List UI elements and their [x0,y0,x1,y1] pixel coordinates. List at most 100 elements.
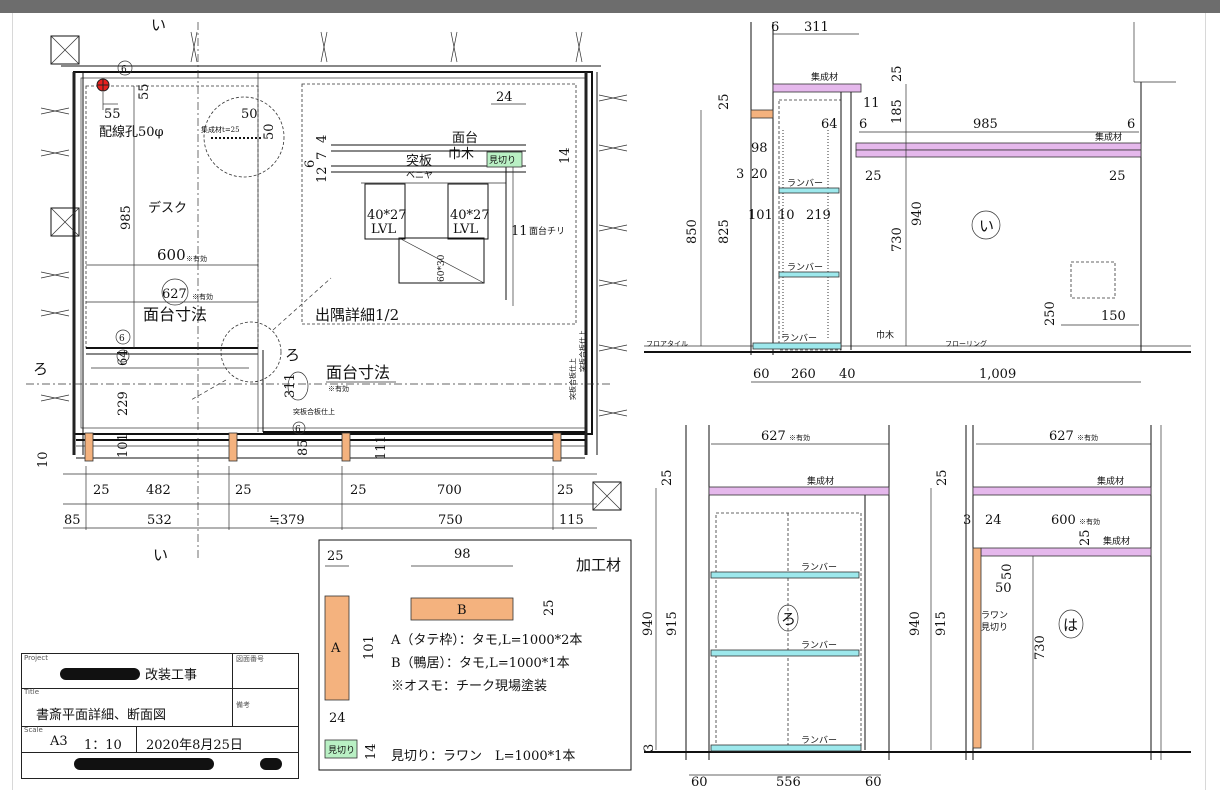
svg-text:B: B [457,603,467,618]
svg-text:集成材t=25: 集成材t=25 [201,125,240,134]
svg-text:突板合板仕上: 突板合板仕上 [568,358,577,400]
svg-text:集成材: 集成材 [1097,475,1124,487]
svg-text:※有効: ※有効 [186,254,207,263]
svg-text:ランバー: ランバー [787,178,823,189]
dim-311-i: 311 [804,20,829,35]
dim-55-horizontal: 55 [104,107,121,122]
dim-825-i: 825 [717,219,732,244]
dim-10: 10 [36,451,51,468]
plan-post-1 [84,432,94,462]
project-name: 改装工事 [145,668,198,683]
drawing-title: 書斎平面詳細、断面図 [36,708,167,723]
materials-title: 加工材 [576,556,621,574]
svg-text:24: 24 [329,711,346,726]
top-dimension-label: 面台寸法 [143,305,207,324]
dim-55-vertical: 55 [137,83,152,100]
wiring-hole-label: 配線孔50φ [99,124,164,140]
svg-text:6: 6 [771,20,779,35]
redacted-company-name [74,758,214,770]
dim-730-i: 730 [890,227,905,252]
svg-text:突板合板仕上: 突板合板仕上 [578,330,587,372]
svg-text:40*27: 40*27 [367,208,407,223]
dim-600: 600 [157,246,186,264]
dim-556-ro: 556 [776,775,801,790]
dim-915-ha: 915 [934,611,949,636]
svg-text:LVL: LVL [453,222,478,237]
svg-text:6: 6 [295,425,301,435]
dim-627: 627 [162,287,187,302]
section-i-view: 集成材 集成材 ランバー ランバー ランバー 6 311 25 11 64 6 … [644,20,1191,383]
drawing-date: 2020年8月25日 [146,738,243,753]
corner-detail-title: 出隅詳細1/2 [315,306,399,324]
paper-size: A3 [50,734,68,749]
corner-detail: 出隅詳細1/2 見切り 24 面台 巾木 突板 ベニヤ 14 4 7 12 6 [301,83,577,325]
outlet-box [1070,261,1116,299]
svg-text:4: 4 [315,135,330,143]
plan-post-4 [552,432,562,462]
dim-985: 985 [119,205,134,230]
section-mark-i-bottom: い [153,546,168,564]
lauan-trim-ha [972,547,982,749]
svg-text:40*27: 40*27 [450,208,490,223]
section-mark-i-top: い [151,16,166,34]
svg-text:25: 25 [93,483,110,498]
svg-text:ベニヤ: ベニヤ [406,171,433,181]
dim-940-ha: 940 [908,611,923,636]
svg-text:14: 14 [558,147,573,164]
svg-text:ランバー: ランバー [801,735,837,746]
svg-text:64: 64 [821,117,838,132]
section-ro-mark: ろ [781,610,796,628]
section-mark-ro-right: ろ [285,346,300,364]
svg-text:25: 25 [327,549,344,564]
dim-150-i: 150 [1101,309,1126,324]
svg-text:185: 185 [890,99,905,124]
svg-text:11: 11 [511,224,528,239]
dim-101: 101 [116,433,131,458]
glulam-top-board-ha [972,486,1152,496]
svg-text:50: 50 [262,123,277,140]
svg-text:突板: 突板 [406,153,432,169]
svg-text:6: 6 [859,117,867,132]
section-ro-view: 集成材 ランバー ランバー ランバー 627 ※有効 25 940 915 3 … [641,425,901,790]
glulam-top-board-ro [708,486,890,496]
svg-text:50: 50 [995,581,1012,596]
svg-text:25: 25 [235,483,252,498]
svg-text:6: 6 [303,160,318,168]
section-i-mark: い [979,217,994,235]
svg-text:98: 98 [751,141,768,156]
plan-post-3 [341,432,351,462]
plan-post-2 [228,432,238,462]
dim-627-ha: 627 [1049,429,1074,444]
section-mark-ro-left: ろ [33,360,48,378]
svg-text:7: 7 [315,152,330,160]
svg-text:巾木: 巾木 [448,147,474,162]
svg-text:50: 50 [241,107,258,122]
title-block: Project 改装工事 図面番号 Title 書斎平面詳細、断面図 備考 Sc… [21,653,299,779]
svg-text:11: 11 [863,96,880,111]
plan-view: い い ろ ろ 55 55 配線孔50φ 6 985 デスク 600 ※有効 6… [26,16,628,564]
lumber-base-ro [710,744,862,752]
dim-915-ro: 915 [665,611,680,636]
svg-text:3: 3 [642,744,657,752]
svg-text:集成材: 集成材 [811,71,838,83]
top-dimension-label-2: 面台寸法 [326,363,390,382]
material-line-d: 見切り：ラワン L=1000*1本 [391,749,575,764]
svg-text:50: 50 [1000,563,1015,580]
svg-text:6: 6 [119,334,125,344]
dim-532: 532 [147,513,172,528]
drawing-sheet: い い ろ ろ 55 55 配線孔50φ 6 985 デスク 600 ※有効 6… [12,13,1206,790]
svg-text:101: 101 [362,635,377,660]
svg-text:3: 3 [736,167,744,182]
dim-850-i: 850 [685,219,700,244]
desk-label: デスク [148,200,187,216]
svg-text:※有効: ※有効 [1079,517,1100,526]
svg-text:※有効: ※有効 [789,433,810,442]
section-ha-mark: は [1063,616,1078,634]
dim-229: 229 [116,391,131,416]
dim-627-ro: 627 [761,429,786,444]
glulam-top-board-i [772,83,862,93]
material-line-b: B（鴨居）：タモ,L=1000*1本 [391,656,570,671]
svg-text:101: 101 [748,208,773,223]
material-line-a: A（タテ枠）：タモ,L=1000*2本 [390,633,582,648]
svg-text:60: 60 [691,775,708,790]
